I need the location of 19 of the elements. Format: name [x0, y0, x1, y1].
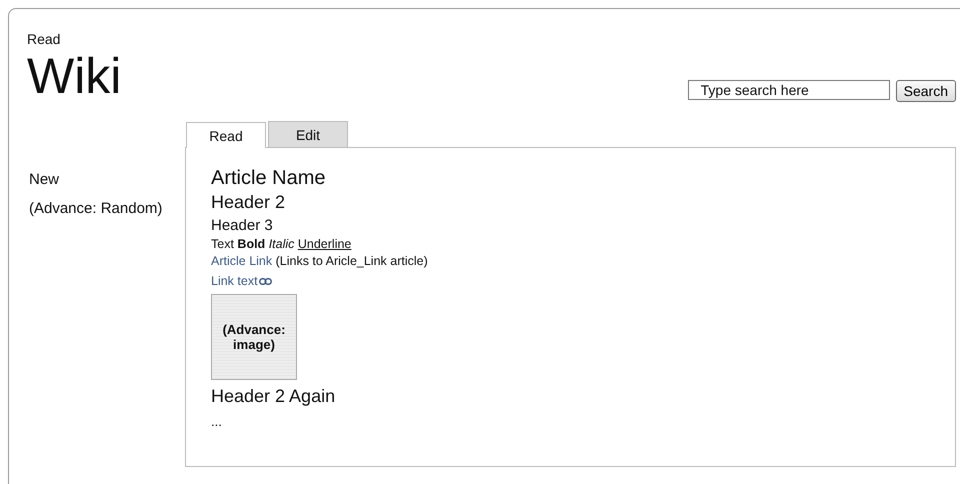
tab[interactable]: Read [186, 122, 266, 148]
heading: Header 2 Again [211, 385, 336, 408]
search-button[interactable]: Search [896, 80, 956, 102]
tab[interactable]: Edit [268, 121, 348, 147]
formatted-text: Text Bold Italic Underline [211, 236, 352, 253]
subheading: Header 3 [211, 216, 274, 236]
link-sentence: Article Link (Links to Aricle_Link article) [211, 253, 429, 270]
sidebar-link[interactable]: New [29, 171, 185, 188]
mode-label: Read [27, 31, 62, 47]
article-title: Article Name [211, 166, 326, 190]
chain-link-icon [258, 278, 272, 285]
sidebar-link[interactable]: (Advance: Random) [29, 200, 185, 217]
article-link[interactable]: Article Link [211, 254, 272, 268]
external-link[interactable]: Link text [211, 273, 258, 290]
ellipsis-text: ... [211, 414, 223, 429]
heading: Header 2 [211, 191, 286, 214]
site-title: Wiki [27, 49, 122, 103]
placeholder-caption: (Advance: image) [222, 322, 286, 352]
search-field[interactable]: Type search here [688, 80, 890, 100]
